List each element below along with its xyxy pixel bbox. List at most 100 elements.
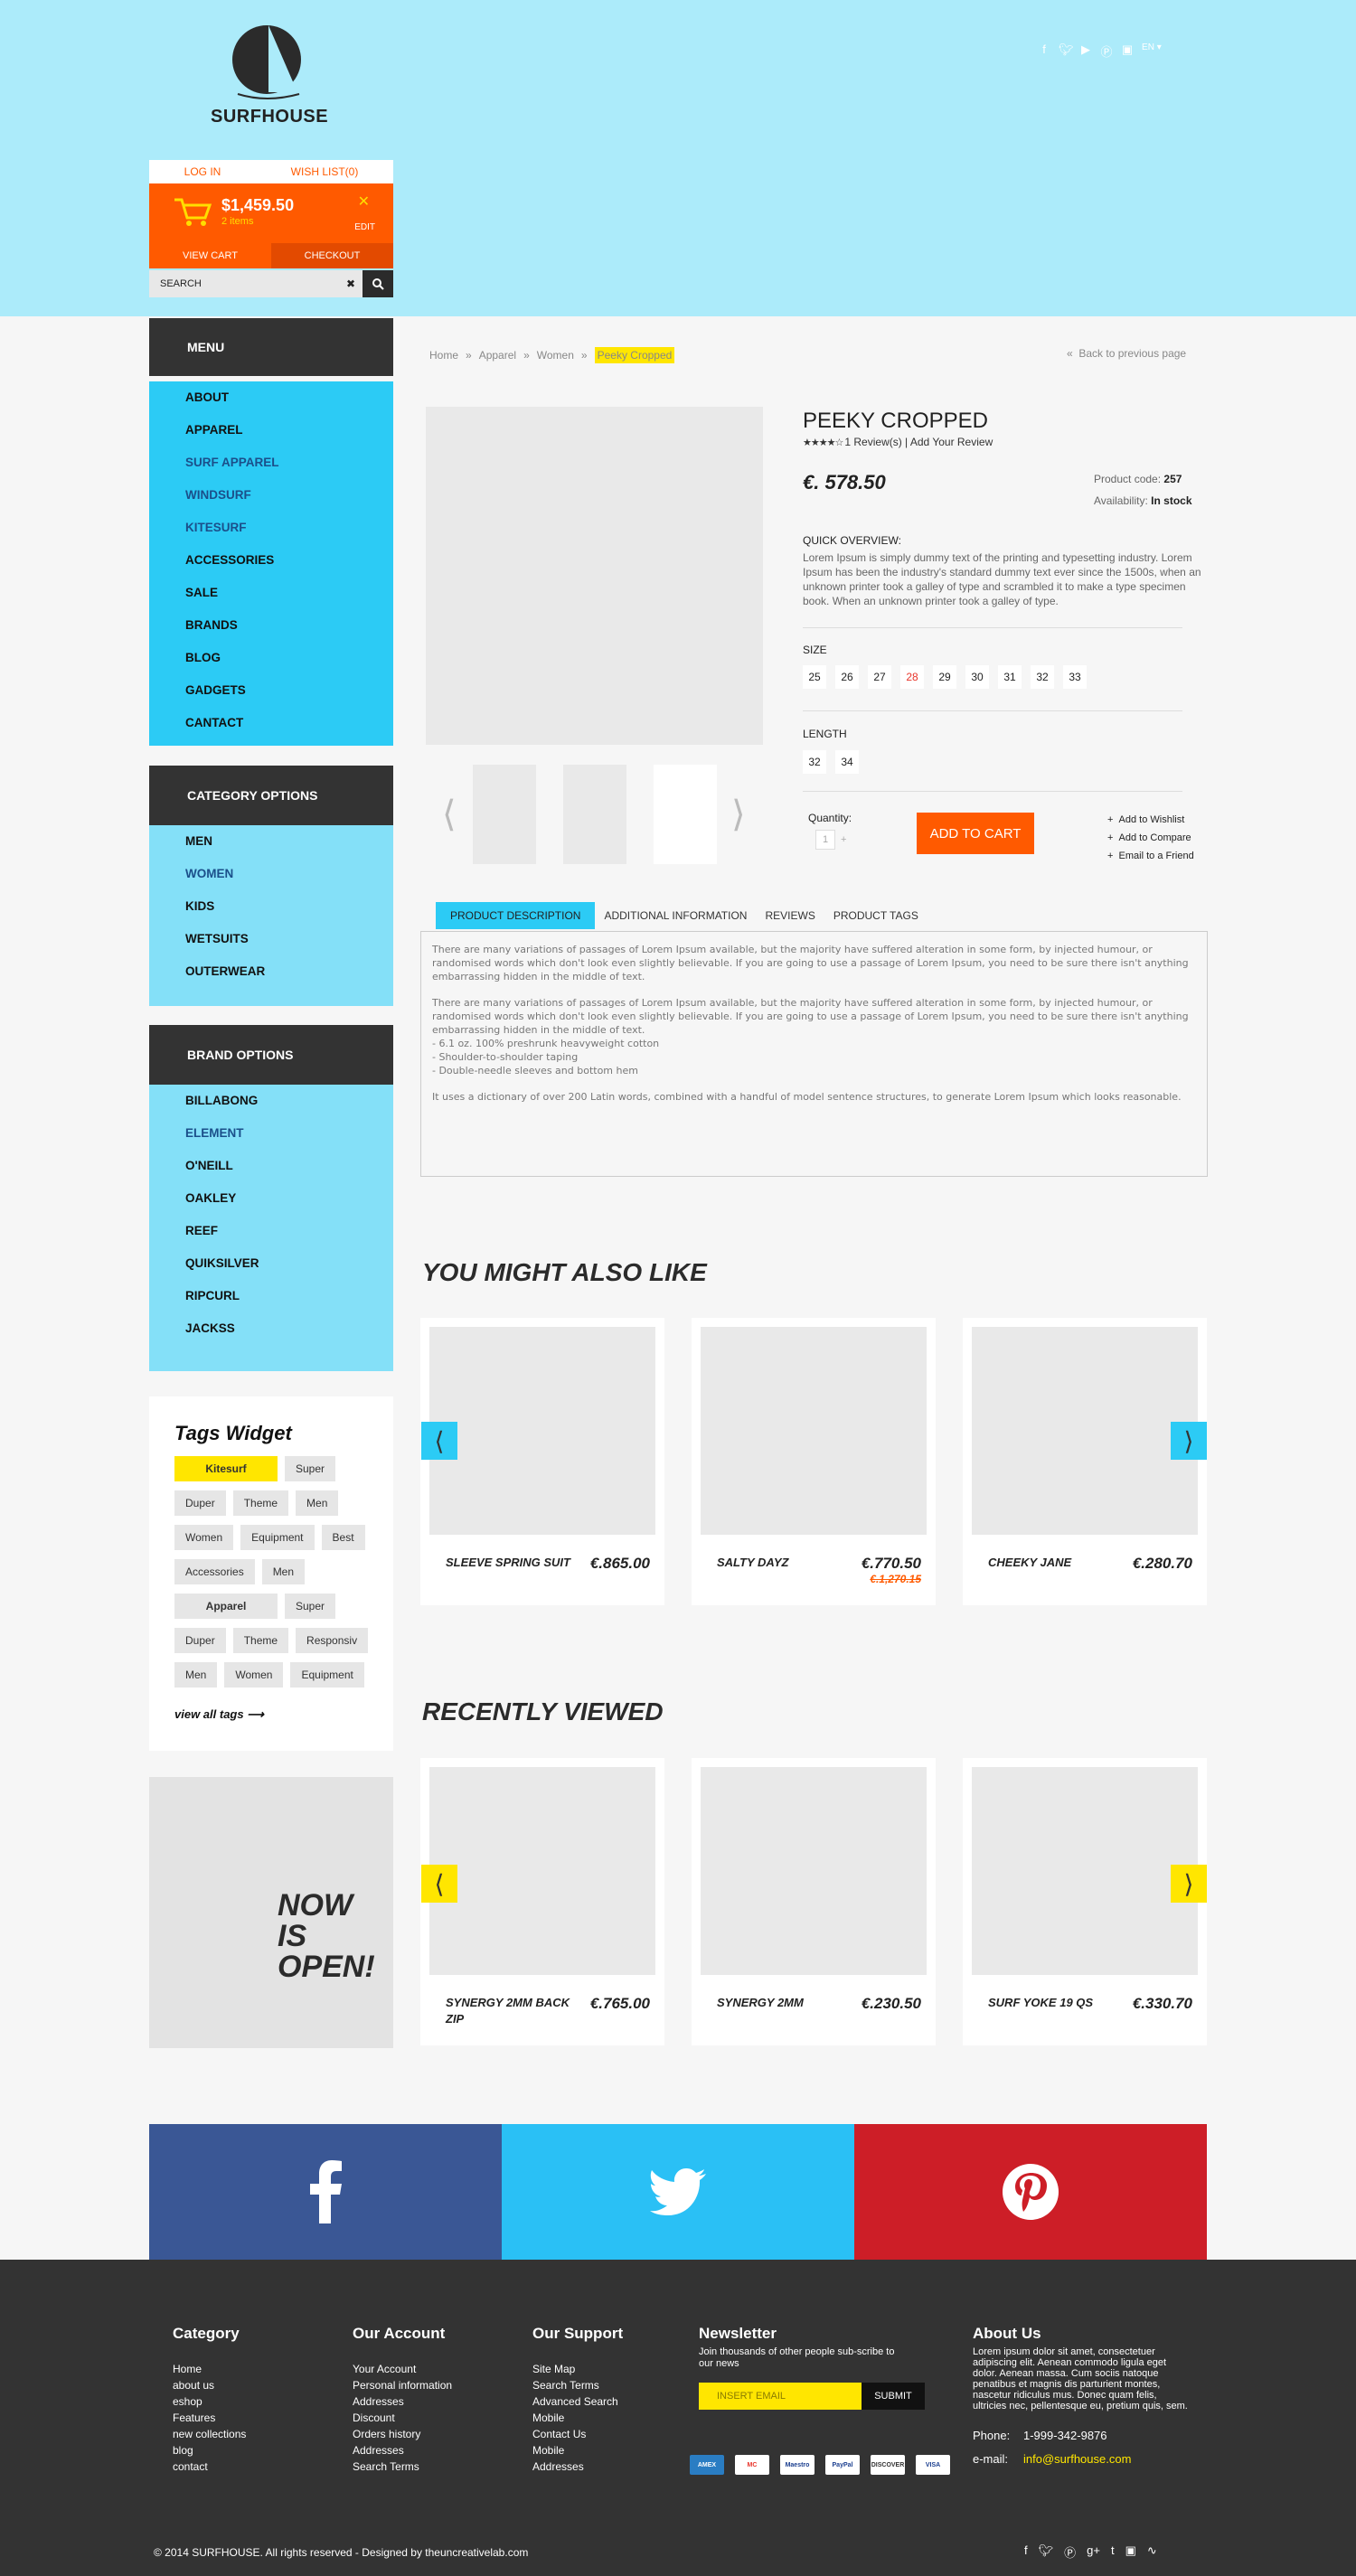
thumbnail[interactable] xyxy=(563,765,626,864)
language-selector[interactable]: EN ▾ xyxy=(1142,42,1162,60)
menu-item-blog[interactable]: BLOG xyxy=(149,642,393,674)
tumblr-icon[interactable]: t xyxy=(1111,2543,1115,2561)
email-link[interactable]: info@surfhouse.com xyxy=(1023,2452,1131,2466)
footer-link[interactable]: Addresses xyxy=(353,2393,452,2410)
facebook-tile[interactable] xyxy=(149,2124,502,2260)
tag[interactable]: Equipment xyxy=(290,1662,364,1688)
menu-item-contact[interactable]: CANTACT xyxy=(149,707,393,739)
size-option[interactable]: 30 xyxy=(965,665,989,689)
tag[interactable]: Duper xyxy=(174,1628,226,1653)
newsletter-email-input[interactable]: INSERT EMAIL xyxy=(699,2383,862,2410)
tag[interactable]: Super xyxy=(285,1456,336,1481)
chevron-left-icon[interactable]: ⟨ xyxy=(442,794,457,835)
brand-item-quiksilver[interactable]: QUIKSILVER xyxy=(149,1247,393,1280)
newsletter-submit-button[interactable]: SUBMIT xyxy=(862,2383,925,2410)
footer-link[interactable]: blog xyxy=(173,2442,246,2458)
instagram-icon[interactable]: ▣ xyxy=(1125,2543,1136,2561)
footer-link[interactable]: Advanced Search xyxy=(532,2393,623,2410)
footer-link[interactable]: Home xyxy=(173,2361,246,2377)
product-card[interactable]: CHEEKY JANE €.280.70 xyxy=(963,1318,1207,1605)
size-option[interactable]: 27 xyxy=(868,665,891,689)
tab-product-tags[interactable]: PRODUCT TAGS xyxy=(824,902,928,929)
view-all-tags-link[interactable]: view all tags ⟶ xyxy=(174,1707,368,1722)
tag[interactable]: Super xyxy=(285,1594,336,1619)
category-item-men[interactable]: MEN xyxy=(149,825,393,858)
email-friend-link[interactable]: + Email to a Friend xyxy=(1107,847,1194,865)
footer-link[interactable]: Contact Us xyxy=(532,2426,623,2442)
footer-link[interactable]: Orders history xyxy=(353,2426,452,2442)
tag[interactable]: Apparel xyxy=(174,1594,278,1619)
tag[interactable]: Theme xyxy=(232,1490,289,1516)
tag[interactable]: Responsiv xyxy=(296,1628,369,1653)
tag[interactable]: Men xyxy=(174,1662,218,1688)
menu-item-brands[interactable]: BRANDS xyxy=(149,609,393,642)
footer-link[interactable]: about us xyxy=(173,2377,246,2393)
footer-link[interactable]: Mobile xyxy=(532,2442,623,2458)
login-link[interactable]: LOG IN xyxy=(184,165,221,178)
size-option[interactable]: 29 xyxy=(933,665,956,689)
menu-item-about[interactable]: ABOUT xyxy=(149,381,393,414)
facebook-icon[interactable]: f xyxy=(1024,2543,1028,2561)
view-cart-button[interactable]: VIEW CART xyxy=(149,243,271,268)
pinterest-icon[interactable]: Ⓟ xyxy=(1100,42,1113,60)
category-item-women[interactable]: WOMEN xyxy=(149,858,393,890)
tag[interactable]: Duper xyxy=(174,1490,226,1516)
clear-icon[interactable]: ✖ xyxy=(346,277,355,290)
thumbnail[interactable] xyxy=(473,765,536,864)
footer-link[interactable]: Addresses xyxy=(353,2442,452,2458)
add-to-wishlist-link[interactable]: + Add to Wishlist xyxy=(1107,811,1194,829)
footer-link[interactable]: Personal information xyxy=(353,2377,452,2393)
tag[interactable]: Equipment xyxy=(240,1525,315,1550)
pinterest-tile[interactable] xyxy=(854,2124,1207,2260)
cart-edit-link[interactable]: EDIT xyxy=(354,222,375,232)
twitter-icon[interactable]: 🐦︎ xyxy=(1059,42,1074,60)
carousel-next-button[interactable]: ⟩ xyxy=(1171,1865,1207,1903)
add-to-cart-button[interactable]: ADD TO CART xyxy=(917,813,1034,854)
search-input[interactable]: SEARCH ✖ xyxy=(149,270,363,297)
breadcrumb-women[interactable]: Women xyxy=(537,349,574,362)
wishlist-link[interactable]: WISH LIST(0) xyxy=(291,165,359,178)
tag[interactable]: Women xyxy=(224,1662,284,1688)
chevron-right-icon[interactable]: ⟩ xyxy=(731,794,746,835)
brand-item-billabong[interactable]: BILLABONG xyxy=(149,1085,393,1117)
menu-item-gadgets[interactable]: GADGETS xyxy=(149,674,393,707)
category-item-kids[interactable]: KIDS xyxy=(149,890,393,923)
carousel-next-button[interactable]: ⟩ xyxy=(1171,1422,1207,1460)
tag[interactable]: Men xyxy=(296,1490,339,1516)
footer-link[interactable]: Search Terms xyxy=(353,2458,452,2475)
menu-item-windsurf[interactable]: WINDSURF xyxy=(149,479,393,512)
tab-reviews[interactable]: REVIEWS xyxy=(756,902,824,929)
menu-item-accessories[interactable]: ACCESSORIES xyxy=(149,544,393,577)
footer-link[interactable]: new collections xyxy=(173,2426,246,2442)
footer-link[interactable]: Mobile xyxy=(532,2410,623,2426)
tab-additional-information[interactable]: ADDITIONAL INFORMATION xyxy=(595,902,756,929)
checkout-button[interactable]: CHECKOUT xyxy=(271,243,393,268)
size-option[interactable]: 25 xyxy=(803,665,826,689)
footer-link[interactable]: Discount xyxy=(353,2410,452,2426)
pinterest-icon[interactable]: Ⓟ xyxy=(1064,2543,1076,2561)
category-item-wetsuits[interactable]: WETSUITS xyxy=(149,923,393,955)
length-option[interactable]: 34 xyxy=(835,750,859,774)
back-link[interactable]: « Back to previous page xyxy=(1067,347,1186,360)
footer-link[interactable]: Search Terms xyxy=(532,2377,623,2393)
product-card[interactable]: SYNERGY 2MM €.230.50 xyxy=(692,1758,936,2045)
tag[interactable]: Women xyxy=(174,1525,234,1550)
footer-link[interactable]: Addresses xyxy=(532,2458,623,2475)
menu-item-sale[interactable]: SALE xyxy=(149,577,393,609)
size-option[interactable]: 26 xyxy=(835,665,859,689)
brand-item-reef[interactable]: REEF xyxy=(149,1215,393,1247)
tag[interactable]: Accessories xyxy=(174,1559,255,1584)
plus-icon[interactable]: + xyxy=(841,834,846,845)
promo-banner[interactable]: NOW IS OPEN! xyxy=(149,1777,393,2048)
size-option-selected[interactable]: 28 xyxy=(900,665,924,689)
mini-cart[interactable]: $1,459.50 2 items ✕ EDIT xyxy=(149,183,393,243)
size-option[interactable]: 32 xyxy=(1031,665,1054,689)
menu-item-kitesurf[interactable]: KITESURF xyxy=(149,512,393,544)
breadcrumb-apparel[interactable]: Apparel xyxy=(479,349,516,362)
brand-item-oakley[interactable]: OAKLEY xyxy=(149,1182,393,1215)
facebook-icon[interactable]: f xyxy=(1038,42,1050,60)
tag[interactable]: Best xyxy=(321,1525,365,1550)
breadcrumb-home[interactable]: Home xyxy=(429,349,458,362)
tag[interactable]: Kitesurf xyxy=(174,1456,278,1481)
brand-item-oneill[interactable]: O'NEILL xyxy=(149,1150,393,1182)
